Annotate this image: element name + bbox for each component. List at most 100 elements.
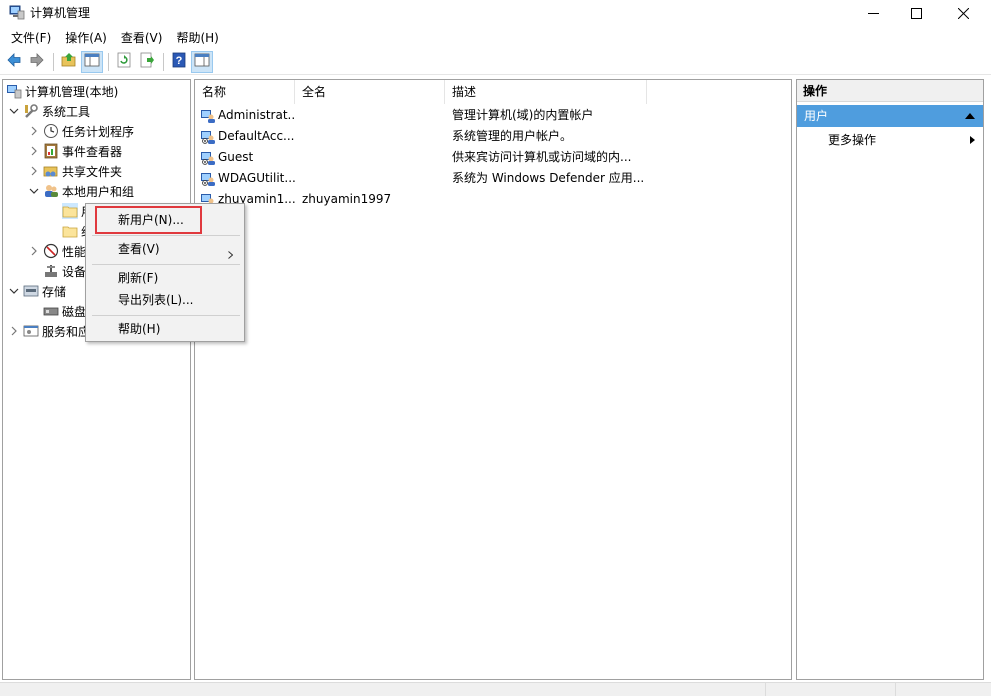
minimize-button[interactable] (850, 0, 896, 26)
menu-bar: 文件(F) 操作(A) 查看(V) 帮助(H) (0, 27, 991, 49)
folder-icon (62, 223, 78, 239)
table-row[interactable]: zhuyamin1... zhuyamin1997 (195, 189, 791, 210)
table-row[interactable]: DefaultAcc... 系统管理的用户帐户。 (195, 126, 791, 147)
back-icon (6, 52, 22, 71)
cell-description: 系统管理的用户帐户。 (452, 129, 573, 143)
tree-item-label: 任务计划程序 (62, 124, 135, 139)
close-button[interactable] (940, 0, 986, 26)
up-one-level-button[interactable] (58, 51, 80, 73)
users-group-icon (43, 183, 59, 199)
tree-item-task-scheduler[interactable]: 任务计划程序 (28, 121, 134, 141)
show-hide-action-pane-button[interactable] (191, 50, 213, 73)
maximize-button[interactable] (893, 0, 939, 26)
toolbar-separator (163, 52, 164, 71)
toolbar-separator (108, 52, 109, 71)
collapse-arrow-icon[interactable] (965, 113, 975, 119)
forward-button[interactable] (26, 51, 48, 73)
disk-icon (43, 303, 59, 319)
ctx-refresh[interactable]: 刷新(F) (86, 268, 244, 288)
ctx-separator (92, 315, 240, 316)
chevron-down-icon[interactable] (8, 105, 20, 117)
toolbar: ? (0, 49, 991, 75)
tools-icon (23, 103, 39, 119)
console-tree-icon (84, 52, 100, 71)
console-tree: 计算机管理(本地) 系统工具 任务计划程序 事件查看器 共享文件夹 本地用户和组… (2, 79, 191, 680)
device-manager-icon (43, 263, 59, 279)
menu-view[interactable]: 查看(V) (114, 28, 170, 48)
status-divider (895, 683, 896, 696)
export-list-button[interactable] (136, 51, 158, 73)
tree-item-label: 性能 (62, 244, 87, 259)
table-row[interactable]: Administrat... 管理计算机(域)的内置帐户 (195, 105, 791, 126)
up-folder-icon (61, 52, 77, 71)
back-button[interactable] (3, 51, 25, 73)
show-hide-console-tree-button[interactable] (81, 50, 103, 73)
tree-item-label: 存储 (42, 284, 67, 299)
performance-icon (43, 243, 59, 259)
column-description[interactable]: 描述 (445, 80, 647, 104)
more-actions-item[interactable]: 更多操作 (828, 130, 876, 150)
svg-text:?: ? (176, 55, 183, 67)
user-disabled-icon (200, 170, 216, 186)
tree-item-label: 共享文件夹 (62, 164, 123, 179)
chevron-right-icon[interactable] (28, 125, 40, 137)
action-pane: 操作 用户 更多操作 (796, 79, 984, 680)
cell-fullname (302, 105, 442, 126)
toolbar-separator (53, 52, 54, 71)
cell-fullname (302, 147, 442, 168)
export-list-icon (139, 52, 155, 71)
column-name[interactable]: 名称 (195, 80, 295, 104)
ctx-view[interactable]: 查看(V) (86, 239, 244, 259)
menu-action[interactable]: 操作(A) (58, 28, 114, 48)
submenu-arrow-icon (970, 136, 975, 144)
cell-description: 系统为 Windows Defender 应用... (452, 171, 645, 185)
chevron-right-icon[interactable] (8, 325, 20, 337)
cell-name: Guest (218, 150, 254, 164)
list-header: 名称 全名 描述 (195, 80, 791, 104)
column-fullname[interactable]: 全名 (295, 80, 445, 104)
event-viewer-icon (43, 143, 59, 159)
chevron-right-icon (228, 245, 234, 259)
table-row[interactable]: WDAGUtilit... 系统为 Windows Defender 应用... (195, 168, 791, 189)
ctx-export-list[interactable]: 导出列表(L)... (86, 290, 244, 310)
action-pane-title: 操作 (797, 80, 983, 102)
chevron-right-icon[interactable] (28, 245, 40, 257)
tree-item-system-tools[interactable]: 系统工具 (8, 101, 90, 121)
tree-item-shared-folders[interactable]: 共享文件夹 (28, 161, 122, 181)
cell-description: 供来宾访问计算机或访问域的内... (452, 150, 632, 164)
cell-fullname: zhuyamin1997 (302, 192, 392, 206)
chevron-right-icon[interactable] (28, 165, 40, 177)
ctx-separator (92, 235, 240, 236)
refresh-icon (116, 52, 132, 71)
chevron-down-icon[interactable] (8, 285, 20, 297)
highlight-annotation (95, 206, 202, 234)
chevron-right-icon[interactable] (28, 145, 40, 157)
window-title: 计算机管理 (30, 6, 91, 20)
tree-item-event-viewer[interactable]: 事件查看器 (28, 141, 122, 161)
tree-item-local-users-groups[interactable]: 本地用户和组 (28, 181, 134, 201)
help-button[interactable]: ? (168, 51, 190, 73)
cell-name: WDAGUtilit... (218, 171, 295, 185)
tree-item-label: 系统工具 (42, 104, 91, 119)
chevron-down-icon[interactable] (28, 185, 40, 197)
cell-name: Administrat... (218, 108, 295, 122)
refresh-button[interactable] (113, 51, 135, 73)
computer-management-icon (6, 83, 22, 99)
services-icon (23, 323, 39, 339)
menu-help[interactable]: 帮助(H) (169, 28, 225, 48)
tree-item-storage[interactable]: 存储 (8, 281, 66, 301)
tree-item-root[interactable]: 计算机管理(本地) (6, 81, 118, 101)
tree-item-performance[interactable]: 性能 (28, 241, 86, 261)
action-group-users[interactable]: 用户 (797, 105, 983, 127)
help-icon: ? (171, 52, 187, 71)
menu-file[interactable]: 文件(F) (4, 28, 58, 48)
ctx-help[interactable]: 帮助(H) (86, 319, 244, 339)
computer-management-icon (9, 4, 25, 20)
title-bar: 计算机管理 (0, 0, 991, 26)
status-divider (765, 683, 766, 696)
shared-folder-icon (43, 163, 59, 179)
cell-fullname (302, 126, 442, 147)
table-row[interactable]: Guest 供来宾访问计算机或访问域的内... (195, 147, 791, 168)
user-disabled-icon (200, 128, 216, 144)
user-list: 名称 全名 描述 Administrat... 管理计算机(域)的内置帐户 De… (194, 79, 792, 680)
